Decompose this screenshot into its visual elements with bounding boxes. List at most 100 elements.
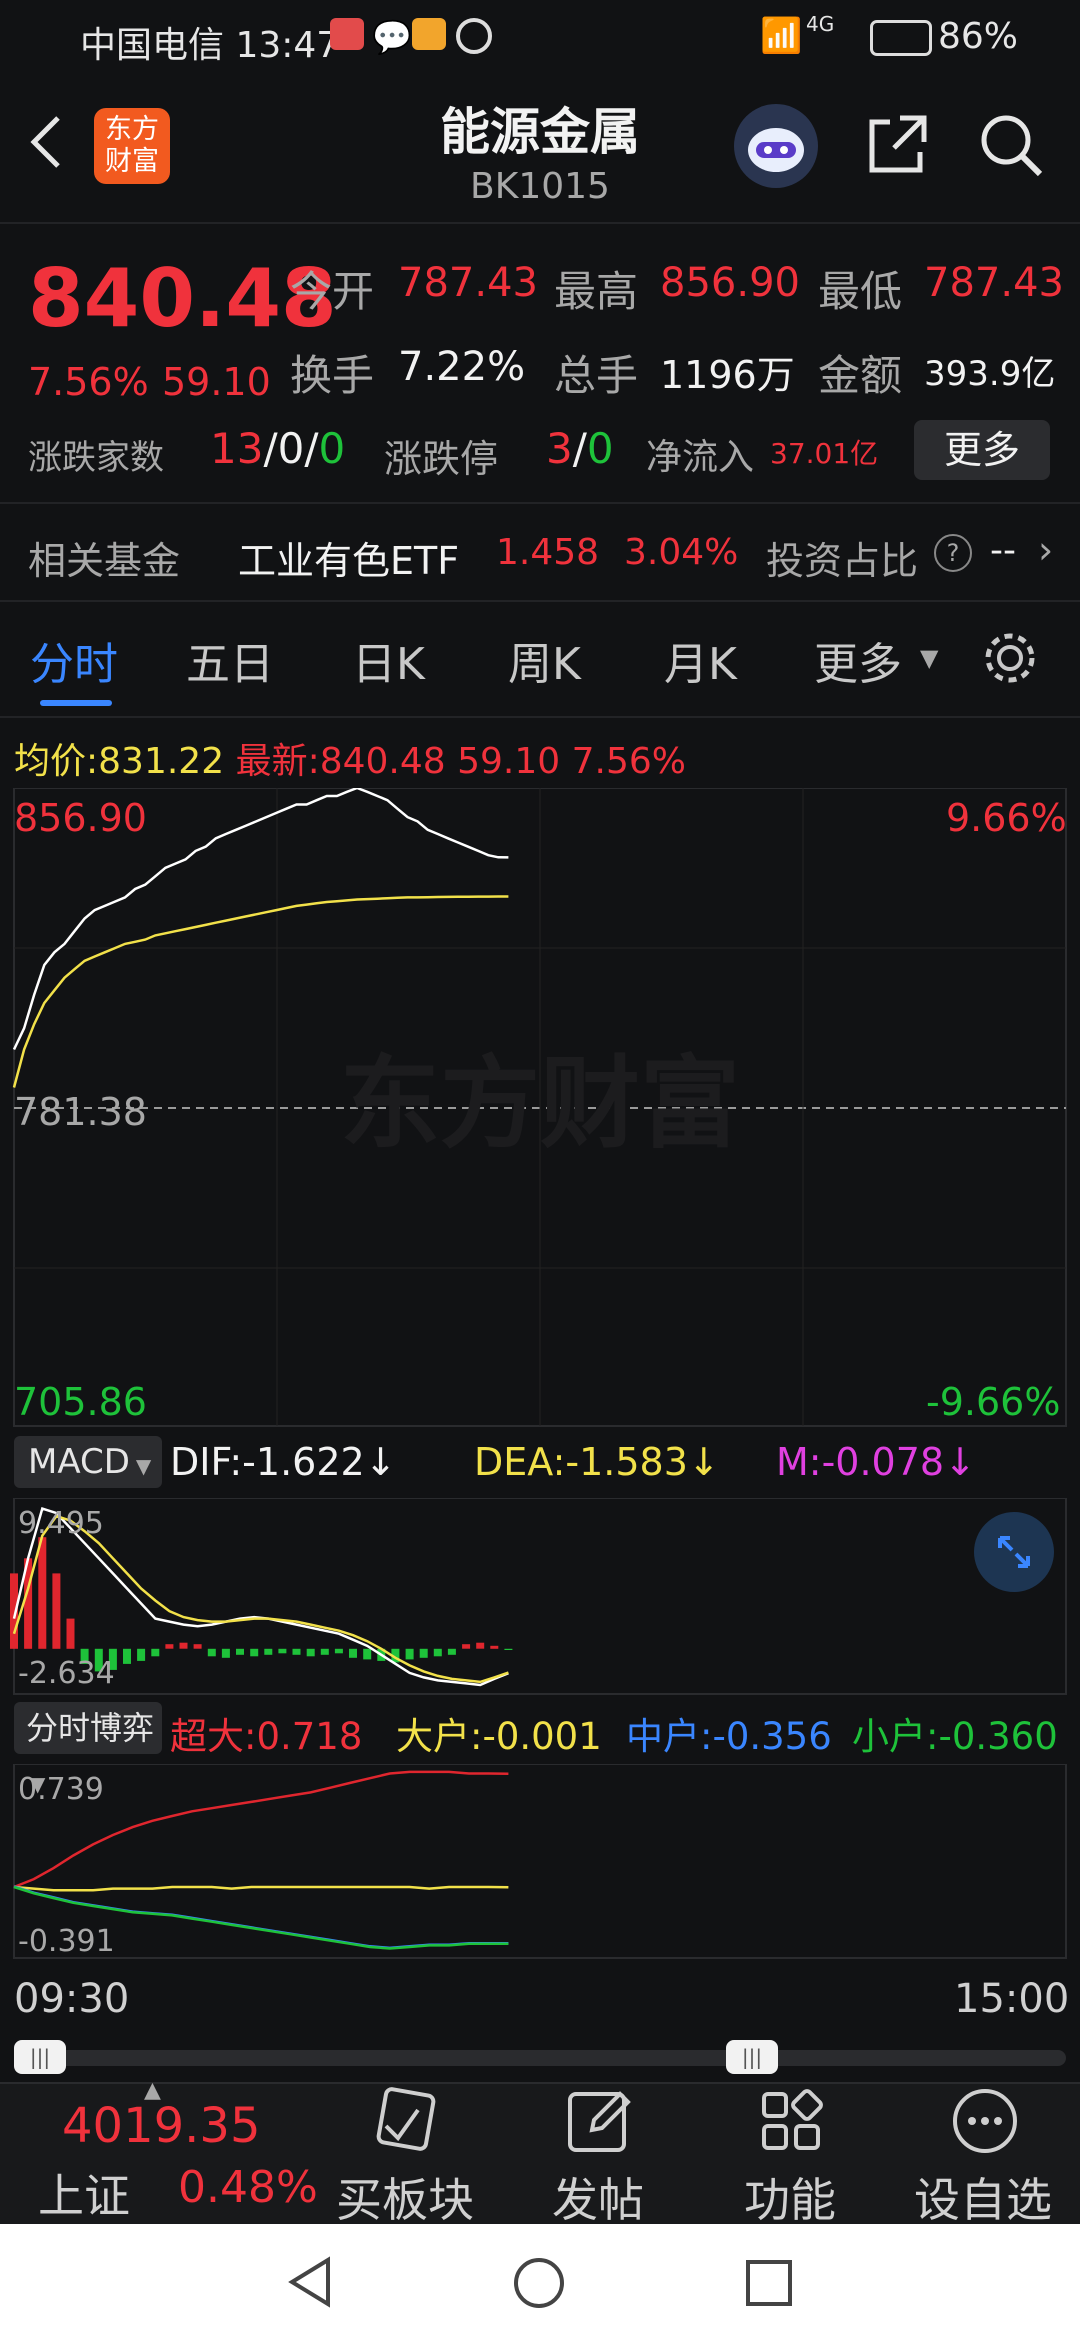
flow-super-large: 超大:0.718 bbox=[170, 1715, 363, 1758]
macd-histogram-bar bbox=[462, 1644, 471, 1649]
breadth-values: 13/0/0 bbox=[210, 424, 346, 473]
flow-selector[interactable]: 分时博弈▼ bbox=[14, 1702, 162, 1796]
ratio-value: -- bbox=[990, 530, 1016, 571]
range-slider-right-handle[interactable]: ||| bbox=[726, 2040, 778, 2074]
system-recents-icon[interactable] bbox=[744, 2258, 794, 2308]
netflow-label: 净流入 bbox=[646, 437, 755, 478]
nav-buy-sector[interactable]: 买板块 bbox=[336, 2164, 474, 2230]
macd-histogram-bar bbox=[165, 1644, 174, 1649]
tab-weekly-k[interactable]: 周K bbox=[508, 628, 581, 692]
active-tab-indicator bbox=[40, 700, 112, 706]
time-end-label: 15:00 bbox=[954, 1976, 1070, 2022]
flow-small: 小户:-0.360 bbox=[852, 1715, 1058, 1758]
macd-histogram-bar bbox=[66, 1618, 75, 1649]
watermark: 东方财富 bbox=[340, 1045, 740, 1162]
wifi-icon: 📶 bbox=[760, 16, 803, 56]
low-label: 最低 bbox=[818, 267, 903, 316]
change-amount: 59.10 bbox=[162, 360, 271, 404]
battery-level: 86% bbox=[938, 16, 1019, 57]
range-slider-left-handle[interactable]: ||| bbox=[14, 2040, 66, 2074]
macd-histogram-bar bbox=[306, 1648, 315, 1657]
capital-flow-chart[interactable] bbox=[0, 1764, 1080, 1960]
dropdown-arrow-icon: ▼ bbox=[920, 644, 939, 672]
flow-large: 大户:-0.001 bbox=[396, 1715, 602, 1758]
netflow-value: 37.01亿 bbox=[770, 437, 879, 470]
limit-label: 涨跌停 bbox=[384, 437, 499, 481]
divider bbox=[0, 716, 1080, 718]
index-pct: 0.48% bbox=[178, 2162, 318, 2213]
more-dots-icon[interactable] bbox=[950, 2086, 1020, 2156]
intraday-price-chart[interactable]: 东方财富 bbox=[0, 788, 1080, 1428]
limit-values: 3/0 bbox=[546, 424, 614, 473]
macd-m: M:-0.078↓ bbox=[776, 1440, 976, 1484]
macd-histogram-bar bbox=[334, 1648, 343, 1654]
tab-intraday[interactable]: 分时 bbox=[30, 628, 118, 692]
tab-monthly-k[interactable]: 月K bbox=[664, 628, 737, 692]
amount-label: 金额 bbox=[818, 351, 903, 400]
assistant-avatar-icon[interactable] bbox=[734, 104, 818, 188]
macd-chart[interactable] bbox=[0, 1498, 1080, 1696]
tab-daily-k[interactable]: 日K bbox=[352, 628, 425, 692]
post-icon[interactable] bbox=[564, 2086, 634, 2156]
macd-histogram-bar bbox=[264, 1648, 273, 1655]
avg-value: 831.22 bbox=[98, 741, 225, 782]
flow-selector-label: 分时博弈 bbox=[26, 1709, 155, 1747]
system-home-icon[interactable] bbox=[512, 2256, 566, 2310]
dropdown-arrow-icon: ▼ bbox=[135, 1454, 152, 1478]
divider bbox=[0, 222, 1080, 224]
index-name[interactable]: 上证 bbox=[38, 2160, 130, 2226]
divider bbox=[0, 600, 1080, 602]
fund-price: 1.458 bbox=[496, 532, 600, 573]
wechat-icon: 💬 bbox=[372, 18, 412, 56]
macd-histogram-bar bbox=[433, 1648, 442, 1657]
macd-histogram-bar bbox=[419, 1648, 428, 1658]
macd-histogram-bar bbox=[504, 1648, 513, 1650]
tab-five-day[interactable]: 五日 bbox=[186, 628, 274, 692]
app-notification-icon bbox=[330, 18, 364, 50]
open-label: 今开 bbox=[290, 267, 375, 316]
macd-histogram-bar bbox=[52, 1573, 61, 1649]
nav-post[interactable]: 发帖 bbox=[552, 2164, 644, 2230]
range-slider-track[interactable] bbox=[14, 2050, 1066, 2066]
flow-bottom-label: -0.391 bbox=[18, 1924, 115, 1959]
sync-icon bbox=[456, 18, 492, 54]
breadth-up: 13 bbox=[210, 424, 264, 473]
macd-histogram-bar bbox=[123, 1648, 131, 1664]
expand-icon[interactable] bbox=[974, 1512, 1054, 1592]
buy-sector-icon[interactable] bbox=[368, 2086, 438, 2156]
limit-up: 3 bbox=[546, 424, 573, 473]
more-button[interactable]: 更多 bbox=[914, 420, 1050, 480]
macd-histogram-bar bbox=[151, 1648, 160, 1657]
nav-functions[interactable]: 功能 bbox=[744, 2164, 836, 2230]
high-value: 856.90 bbox=[660, 260, 800, 306]
macd-selector[interactable]: MACD ▼ bbox=[14, 1436, 162, 1488]
macd-bottom-label: -2.634 bbox=[18, 1656, 115, 1691]
search-icon[interactable] bbox=[976, 110, 1046, 180]
limit-down: 0 bbox=[586, 424, 614, 473]
macd-histogram-bar bbox=[193, 1644, 202, 1649]
low-value: 787.43 bbox=[924, 260, 1064, 306]
share-icon[interactable] bbox=[862, 110, 932, 180]
breadth-label: 涨跌家数 bbox=[28, 438, 164, 478]
help-icon[interactable]: ? bbox=[934, 534, 972, 572]
nav-add-watchlist[interactable]: 设自选 bbox=[914, 2164, 1052, 2230]
high-label: 最高 bbox=[554, 267, 639, 316]
macd-histogram-bar bbox=[349, 1648, 357, 1658]
macd-histogram-bar bbox=[278, 1648, 287, 1654]
tab-more[interactable]: 更多 bbox=[814, 628, 902, 692]
index-value[interactable]: 4019.35 bbox=[62, 2098, 261, 2154]
carrier-time: 中国电信 13:47 bbox=[80, 25, 340, 66]
system-back-icon[interactable] bbox=[284, 2254, 336, 2310]
avg-label: 均价: bbox=[14, 741, 99, 782]
macd-histogram-bar bbox=[447, 1648, 456, 1655]
turnover-value: 7.22% bbox=[398, 344, 526, 390]
price-top-label: 856.90 bbox=[14, 796, 147, 840]
flow-medium: 中户:-0.356 bbox=[626, 1715, 832, 1758]
change-pct: 7.56% bbox=[28, 360, 149, 404]
pct-bottom-label: -9.66% bbox=[926, 1380, 1061, 1424]
pct-top-label: 9.66% bbox=[946, 796, 1067, 840]
macd-histogram-bar bbox=[476, 1642, 485, 1649]
settings-gear-icon[interactable] bbox=[980, 628, 1040, 688]
functions-icon[interactable] bbox=[756, 2086, 826, 2156]
battery-icon bbox=[870, 20, 932, 56]
